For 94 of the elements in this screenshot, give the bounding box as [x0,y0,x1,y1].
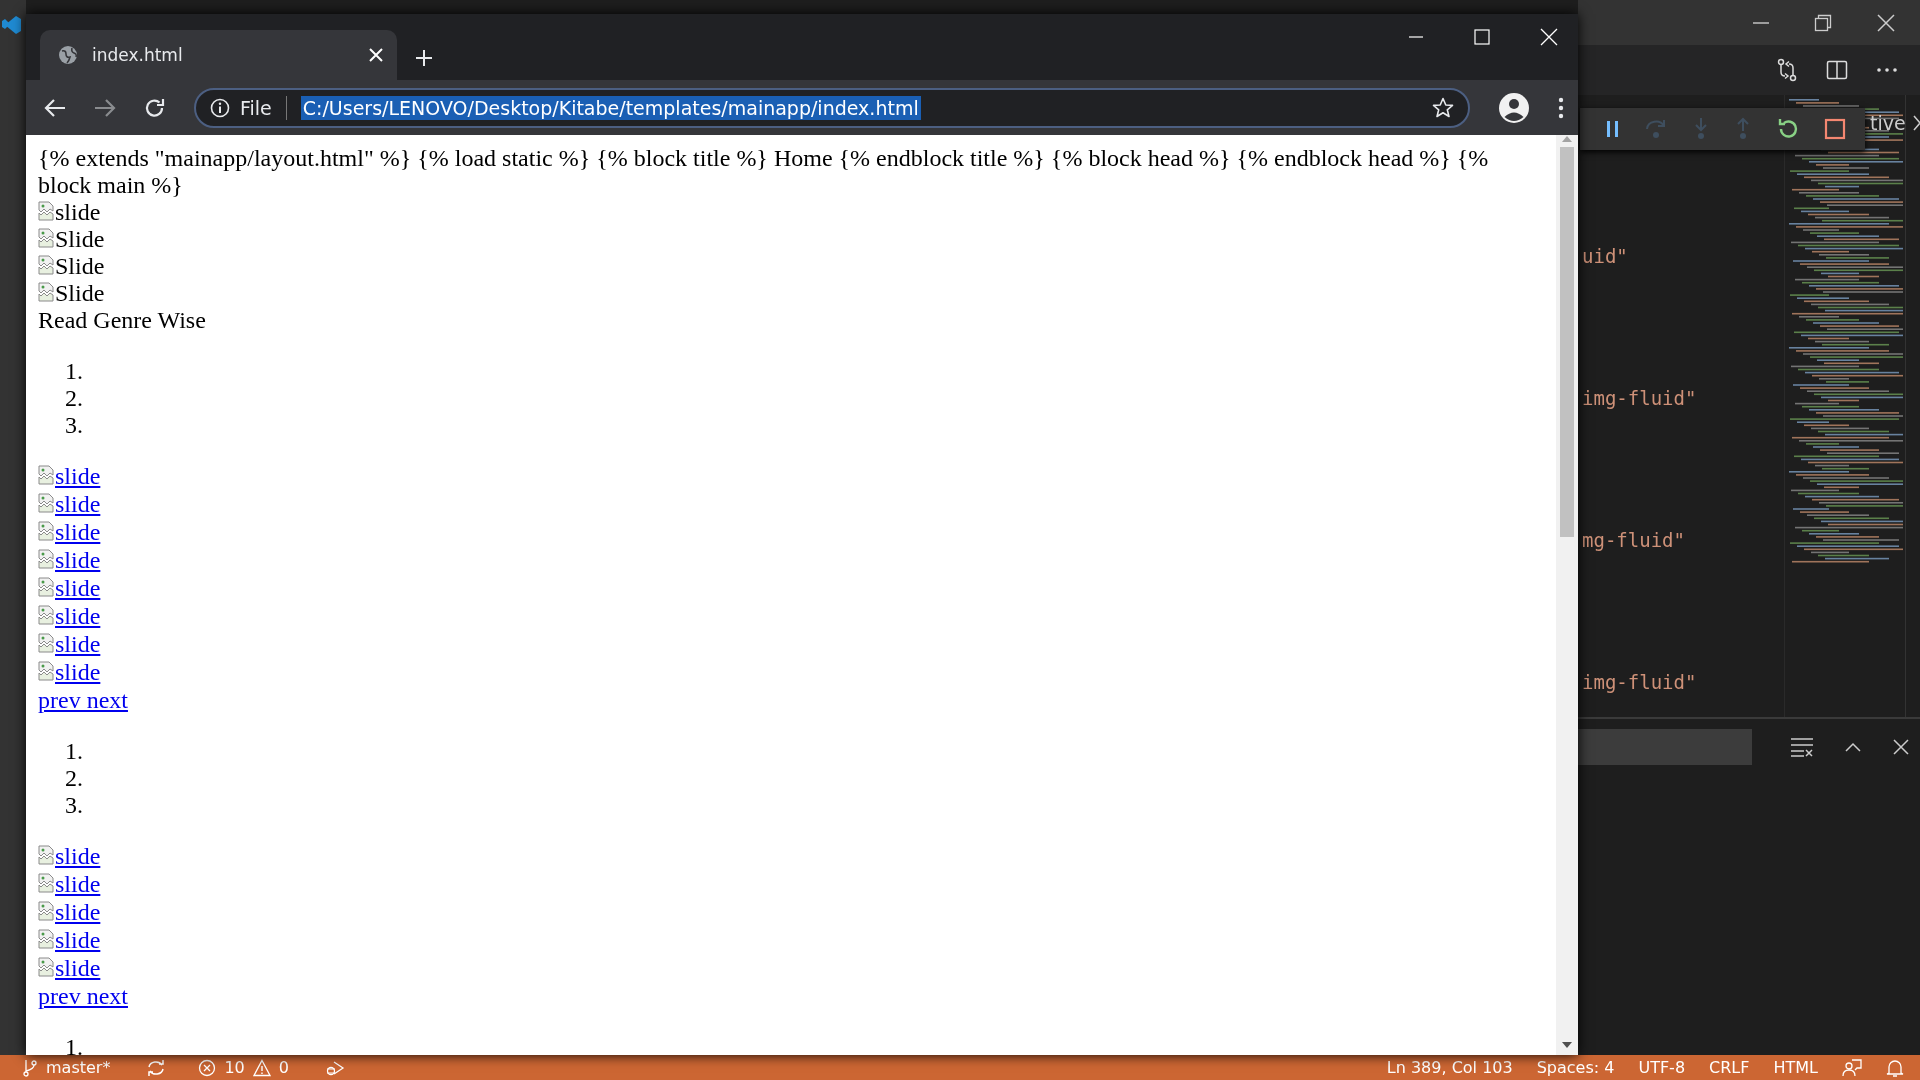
chevron-right-icon[interactable] [1911,114,1920,132]
new-tab-icon[interactable] [415,49,433,67]
warning-count[interactable]: 0 [278,1058,289,1077]
warning-icon [252,1058,271,1077]
filter-field[interactable] [1578,729,1752,765]
broken-image-icon [38,901,54,921]
compare-changes-icon[interactable] [1776,58,1798,82]
broken-image-icon [38,493,54,513]
code-line: img-fluid" [1581,671,1698,695]
pause-icon[interactable] [1606,120,1620,138]
image-link[interactable]: slide [38,519,101,546]
broken-image-icon [38,661,54,681]
list-marker: 2. [65,385,83,411]
list-marker: 1. [65,738,83,764]
image-alt-text: Slide [55,226,105,253]
browser-tab[interactable]: index.html [40,30,397,80]
list-marker: 2. [65,765,83,791]
image-link[interactable]: slide [38,871,101,898]
image-alt-text: Slide [55,280,105,307]
image-alt-text: slide [55,199,101,226]
scroll-down-icon[interactable] [1561,1041,1573,1049]
image-link[interactable]: slide [38,575,101,602]
back-icon[interactable] [44,97,66,118]
code-line: img-fluid" [1581,387,1698,411]
indentation[interactable]: Spaces: 4 [1536,1058,1615,1077]
info-icon[interactable] [210,97,230,118]
app-logo-icon [0,14,22,36]
broken-image-icon [38,633,54,653]
broken-image-icon [38,521,54,541]
image-link[interactable]: slide [38,491,101,518]
list-marker: 1. [65,358,83,384]
language-mode[interactable]: HTML [1773,1058,1818,1077]
feedback-icon[interactable] [1842,1057,1862,1078]
broken-image-icon [38,957,54,977]
list-marker: 3. [65,792,83,818]
close-icon[interactable] [1876,12,1896,33]
broken-image-icon [38,228,54,248]
image-link[interactable]: slide [38,631,101,658]
clear-output-icon[interactable] [1790,737,1814,757]
broken-image-icon [38,549,54,569]
error-count[interactable]: 10 [224,1058,245,1077]
image-link[interactable]: slide [38,463,101,490]
broken-image-icon [38,201,54,221]
broken-image-icon [38,255,54,275]
image-link[interactable]: slide [38,547,101,574]
image-link[interactable]: slide [38,899,101,926]
error-icon [198,1058,217,1077]
sync-icon[interactable] [146,1058,167,1077]
line-ending[interactable]: CRLF [1709,1058,1750,1077]
bookmark-star-icon[interactable] [1432,96,1454,119]
scrollbar-thumb[interactable] [1560,147,1574,537]
branch-name[interactable]: master* [46,1058,111,1077]
forward-icon[interactable] [94,97,116,118]
cursor-position[interactable]: Ln 389, Col 103 [1386,1058,1513,1077]
more-icon[interactable] [1876,66,1898,74]
scrollbar[interactable] [1556,135,1578,1055]
editor-tab-label[interactable]: tive [1870,112,1906,134]
maximize-icon[interactable] [1474,29,1490,45]
broken-image-icon [38,605,54,625]
git-branch-icon [22,1058,38,1077]
url-text: C:/Users/LENOVO/Desktop/Kitabe/templates/mainapp/index.html [300,95,921,120]
encoding[interactable]: UTF-8 [1638,1058,1686,1077]
code-line: mg-fluid" [1581,529,1686,553]
split-editor-icon[interactable] [1826,59,1848,81]
broken-image-icon [38,577,54,597]
close-icon[interactable] [1892,738,1910,756]
broken-image-icon [38,845,54,865]
carousel-link[interactable]: prev next [38,687,128,714]
restore-icon[interactable] [1814,13,1832,32]
broken-image-icon [38,282,54,302]
profile-icon[interactable] [1498,91,1530,124]
site-label[interactable]: File [240,96,272,119]
code-line: uid" [1581,245,1629,269]
restart-icon[interactable] [1776,117,1800,141]
list-marker: 3. [65,412,83,438]
image-link[interactable]: slide [38,603,101,630]
image-alt-text: Slide [55,253,105,280]
carousel-link[interactable]: prev next [38,983,128,1010]
broken-image-icon [38,873,54,893]
broken-image-icon [38,929,54,949]
globe-icon [58,45,78,65]
bell-icon[interactable] [1886,1057,1904,1078]
menu-icon[interactable] [1558,96,1564,119]
broken-image-icon [38,465,54,485]
reload-icon[interactable] [144,96,166,119]
image-link[interactable]: slide [38,955,101,982]
stop-icon[interactable] [1824,118,1846,140]
caret-up-icon[interactable] [1844,741,1862,753]
list-marker: 1. [65,1034,83,1055]
image-link[interactable]: slide [38,927,101,954]
image-link[interactable]: slide [38,659,101,686]
address-bar[interactable]: File C:/Users/LENOVO/Desktop/Kitabe/templates/mainapp/index.html [194,87,1470,128]
image-link[interactable]: slide [38,843,101,870]
template-text: Read Genre Wise [38,307,207,334]
